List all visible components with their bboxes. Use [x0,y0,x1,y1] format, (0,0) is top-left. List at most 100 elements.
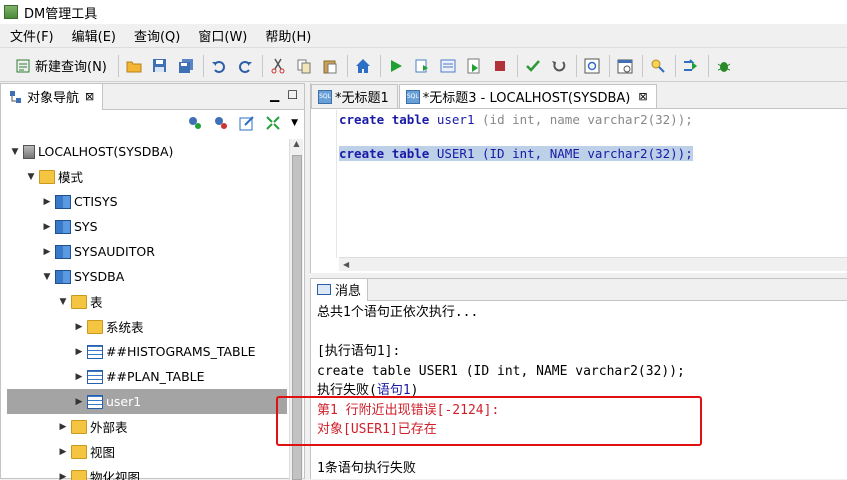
copy-button[interactable] [292,54,316,78]
execute-step-button[interactable] [410,54,434,78]
collapse-arrow-icon[interactable]: ▼ [39,272,55,282]
menu-edit[interactable]: 编辑(E) [62,26,124,45]
scroll-left-icon[interactable]: ◀ [343,260,349,269]
tree-node-user1[interactable]: ▶ user1 [7,389,287,414]
tree-node-localhost[interactable]: ▼ LOCALHOST(SYSDBA) [7,139,287,164]
tab-untitled-3[interactable]: SQL *无标题3 - LOCALHOST(SYSDBA) ⊠ [399,84,657,108]
explain-icon [440,58,456,74]
toolbar-separator [675,55,676,77]
menu-window[interactable]: 窗口(W) [188,26,255,45]
tree-node-system-tables[interactable]: ▶ 系统表 [7,314,287,339]
object-navigator-panel: 对象导航 ⊠ ▁ ☐ ▼ ▼ LOCALHOST(SYSDBA) ▼ 模式 ▶ … [0,83,305,479]
sql-file-icon: SQL [406,90,420,104]
save-button[interactable] [148,54,172,78]
paste-button[interactable] [318,54,342,78]
migrate-button[interactable] [679,54,703,78]
schedule-button[interactable] [613,54,637,78]
undo-button[interactable] [207,54,231,78]
code-line-2[interactable]: create table USER1 (ID int, NAME varchar… [339,145,693,162]
execute-button[interactable] [384,54,408,78]
toolbar-separator [347,55,348,77]
tree-node-histograms-table[interactable]: ▶ ##HISTOGRAMS_TABLE [7,339,287,364]
new-query-icon [16,58,32,74]
table-icon [87,395,103,409]
plan-icon [584,58,600,74]
menu-file[interactable]: 文件(F) [0,26,62,45]
message-line: [执行语句1]: [317,342,685,362]
message-line: 1条语句执行失败 [317,459,685,479]
close-icon[interactable]: ⊠ [638,90,647,103]
collapse-arrow-icon[interactable]: ▼ [7,147,23,157]
cut-button[interactable] [266,54,290,78]
expand-arrow-icon[interactable]: ▶ [71,372,87,382]
debug-button[interactable] [712,54,736,78]
calendar-icon [617,58,633,74]
code-line-blank[interactable] [339,128,693,145]
collapse-arrow-icon[interactable]: ▼ [55,297,71,307]
expand-arrow-icon[interactable]: ▶ [39,197,55,207]
code-line-1[interactable]: create table user1 (id int, name varchar… [339,111,693,128]
tree-node-materialized-views[interactable]: ▶ 物化视图 [7,464,287,480]
close-icon[interactable]: ⊠ [85,90,94,103]
redo-button[interactable] [233,54,257,78]
toolbar-separator [708,55,709,77]
script-icon [466,58,482,74]
tree-node-external-tables[interactable]: ▶ 外部表 [7,414,287,439]
tree-node-sysdba[interactable]: ▼ SYSDBA [7,264,287,289]
expand-arrow-icon[interactable]: ▶ [71,397,87,407]
tree-node-label: ##HISTOGRAMS_TABLE [106,344,255,359]
find-button[interactable] [646,54,670,78]
tree-node-schemas[interactable]: ▼ 模式 [7,164,287,189]
execute-script-button[interactable] [462,54,486,78]
view-menu-icon[interactable]: ▼ [291,118,298,128]
edit-icon[interactable] [239,115,255,131]
tree-node-label: 表 [90,292,103,311]
expand-arrow-icon[interactable]: ▶ [55,422,71,432]
save-all-button[interactable] [174,54,198,78]
tab-messages[interactable]: 消息 [311,279,368,301]
tree-node-tables[interactable]: ▼ 表 [7,289,287,314]
messages-tab-label: 消息 [335,280,361,299]
stop-button[interactable] [488,54,512,78]
messages-output: 总共1个语句正依次执行... [执行语句1]: create table USE… [317,303,685,479]
tree-node-views[interactable]: ▶ 视图 [7,439,287,464]
tree-node-sysauditor[interactable]: ▶ SYSAUDITOR [7,239,287,264]
tab-object-navigator[interactable]: 对象导航 ⊠ [1,84,103,110]
query-plan-button[interactable] [580,54,604,78]
minimize-icon[interactable]: ▁ [270,88,279,102]
expand-arrow-icon[interactable]: ▶ [71,322,87,332]
rollback-icon [551,58,567,74]
tree-node-sys[interactable]: ▶ SYS [7,214,287,239]
editor-tab-label: *无标题3 - LOCALHOST(SYSDBA) [423,87,631,106]
navigator-tab-label: 对象导航 [27,87,79,106]
schema-icon [55,220,71,234]
open-button[interactable] [122,54,146,78]
commit-button[interactable] [521,54,545,78]
tree-node-label: 系统表 [106,317,144,336]
expand-arrow-icon[interactable]: ▶ [55,447,71,457]
rollback-button[interactable] [547,54,571,78]
explain-button[interactable] [436,54,460,78]
window-title: DM管理工具 [24,3,97,22]
tree-node-plan-table[interactable]: ▶ ##PLAN_TABLE [7,364,287,389]
tree-node-label: user1 [106,394,141,409]
expand-arrow-icon[interactable]: ▶ [39,222,55,232]
scroll-up-icon[interactable]: ▲ [290,139,303,153]
menu-help[interactable]: 帮助(H) [255,26,319,45]
toolbar-separator [642,55,643,77]
home-button[interactable] [351,54,375,78]
editor-hscrollbar[interactable]: ◀ [339,257,847,271]
expand-arrow-icon[interactable]: ▶ [71,347,87,357]
table-icon [87,345,103,359]
connect-icon[interactable] [187,115,203,131]
collapse-arrow-icon[interactable]: ▼ [23,172,39,182]
new-query-button[interactable]: 新建查询(N) [12,54,111,78]
tree-node-ctisys[interactable]: ▶ CTISYS [7,189,287,214]
expand-all-icon[interactable] [265,115,281,131]
menu-query[interactable]: 查询(Q) [124,26,188,45]
disconnect-icon[interactable] [213,115,229,131]
maximize-icon[interactable]: ☐ [287,88,298,102]
sql-code[interactable]: create table user1 (id int, name varchar… [339,111,693,162]
tab-untitled-1[interactable]: SQL *无标题1 [311,84,398,108]
expand-arrow-icon[interactable]: ▶ [39,247,55,257]
